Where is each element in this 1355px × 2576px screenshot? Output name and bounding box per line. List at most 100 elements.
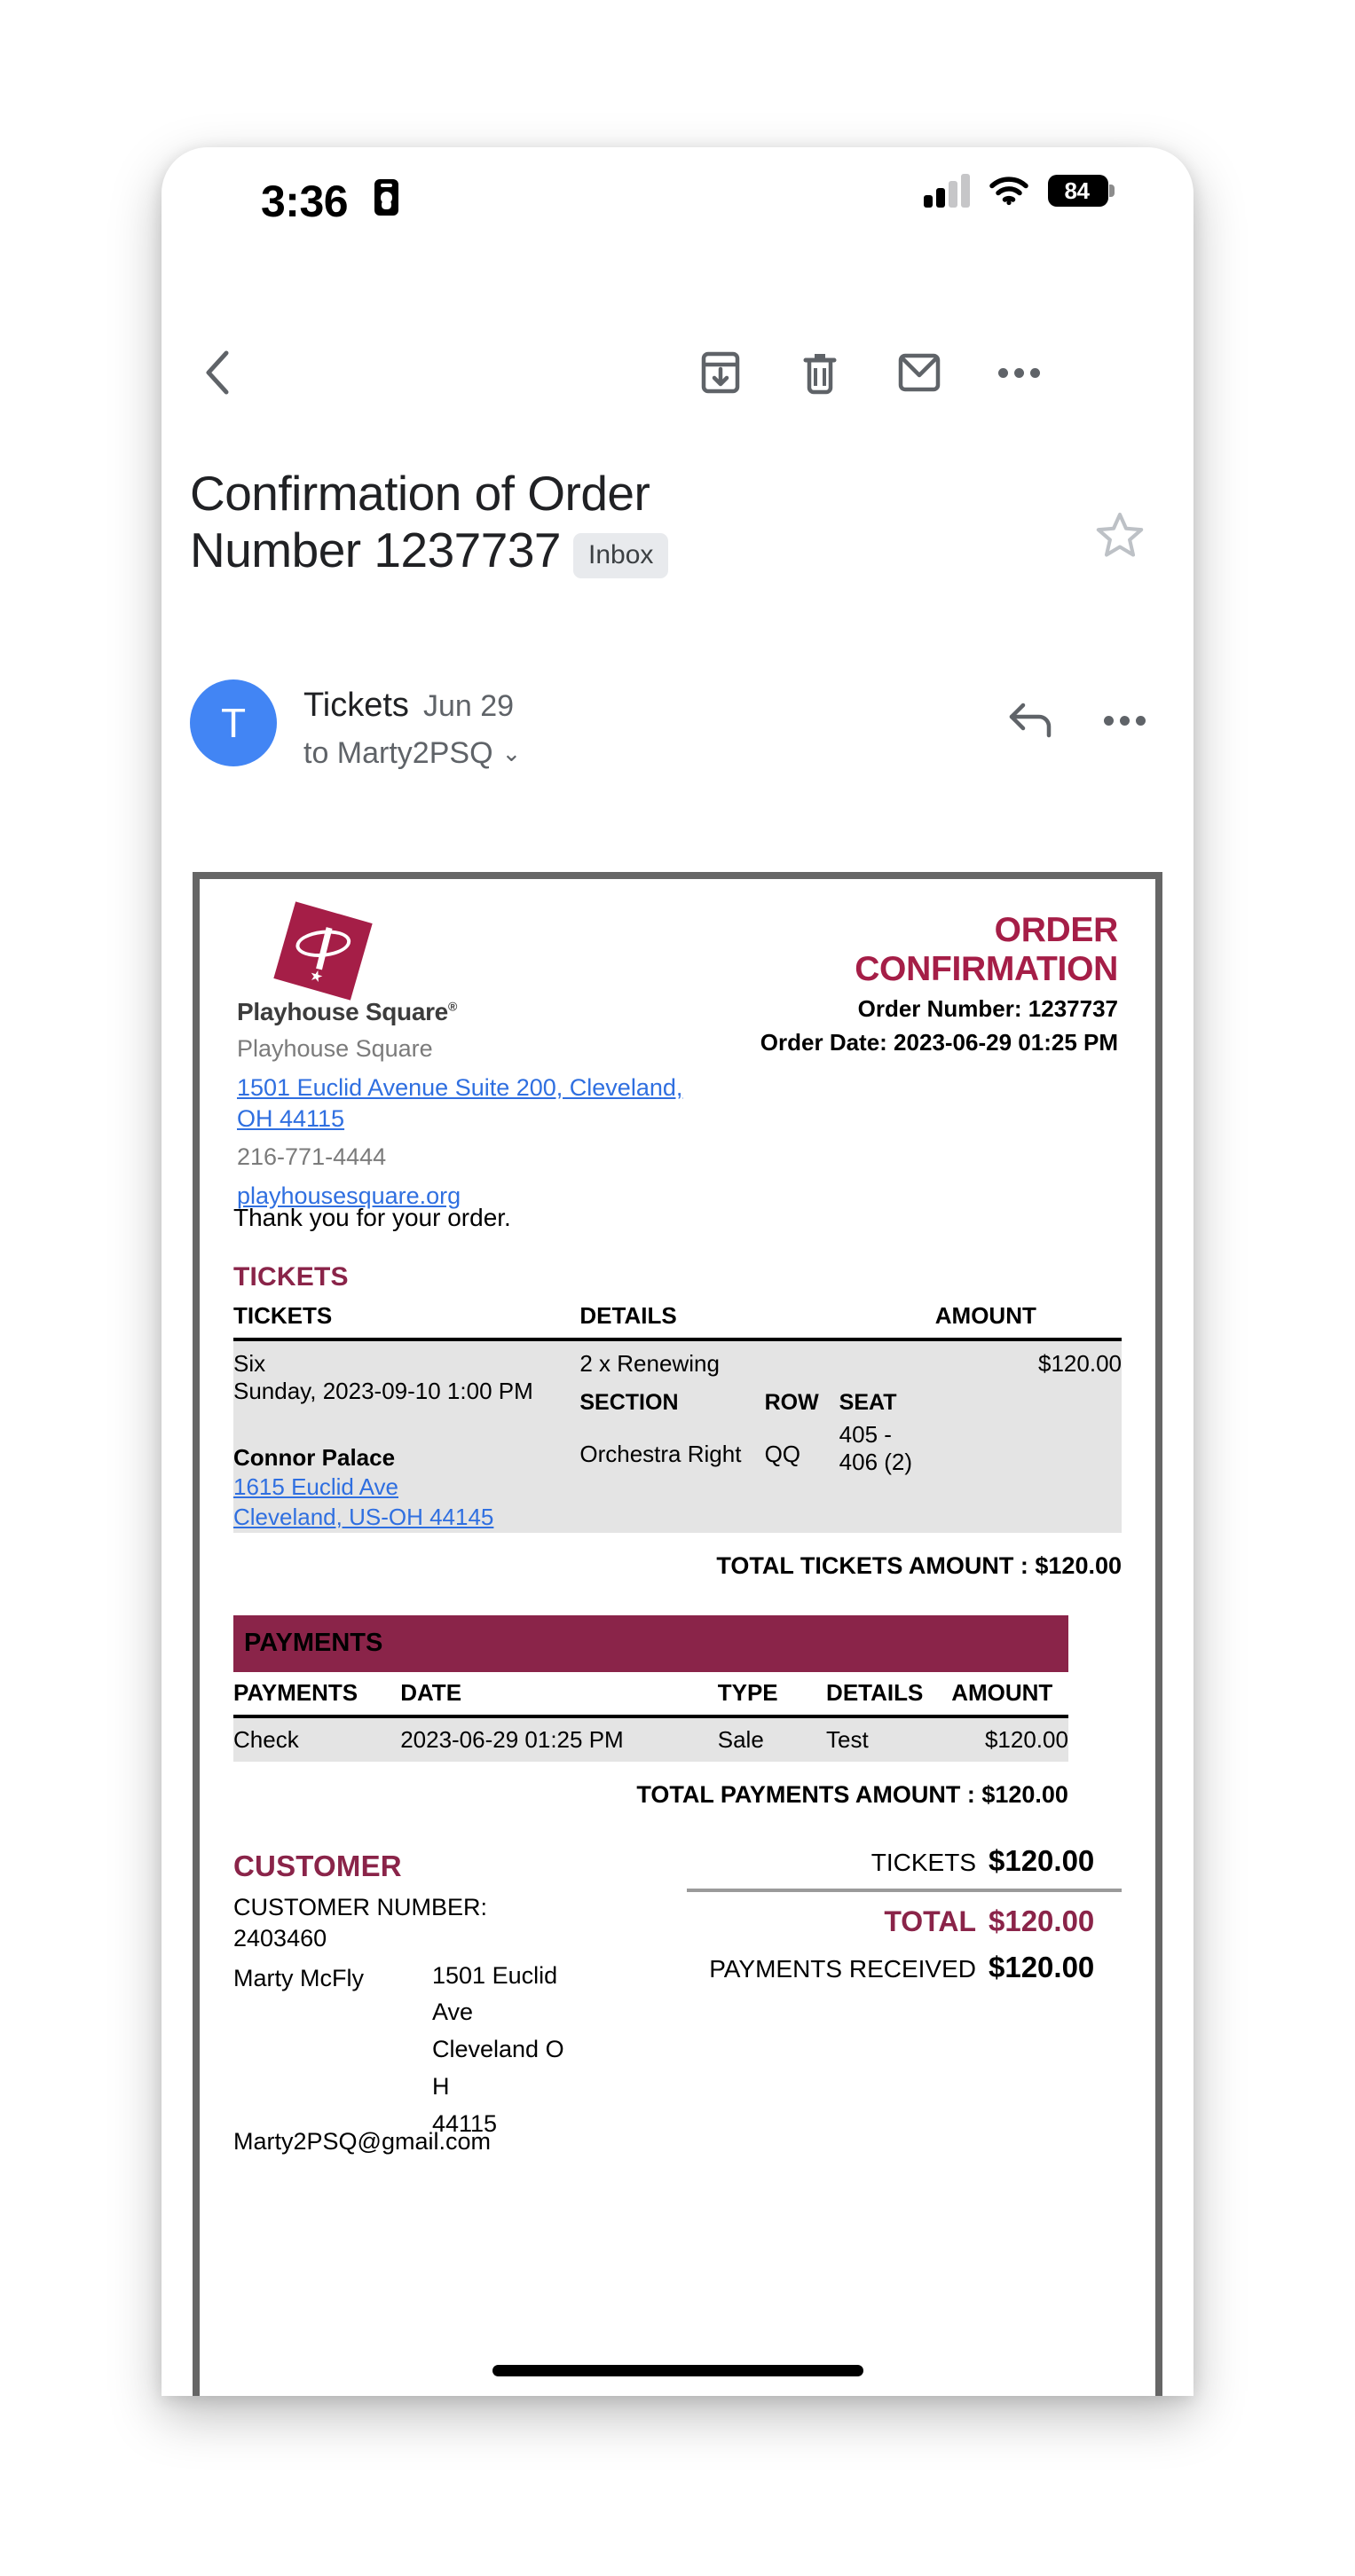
totals-total-value: $120.00: [989, 1904, 1095, 1937]
wifi-icon: [989, 177, 1028, 206]
reply-button[interactable]: [998, 688, 1062, 752]
payments-section-banner: PAYMENTS: [233, 1614, 1068, 1672]
logo-wordmark-text: Playhouse Square: [237, 998, 448, 1025]
col-amount: AMOUNT: [934, 1300, 1122, 1341]
email-toolbar: [161, 335, 1194, 433]
brand-block: ★ Playhouse Square® Playhouse Square 150…: [237, 901, 698, 1212]
col-details: DETAILS: [579, 1300, 935, 1341]
tickets-table-header-row: TICKETS DETAILS AMOUNT: [233, 1300, 1122, 1341]
seat-row-value: QQ: [764, 1421, 839, 1476]
payment-method: Check: [233, 1716, 401, 1762]
seat-detail-header-row: SECTION ROW SEAT: [579, 1390, 934, 1421]
more-options-icon: [997, 367, 1040, 378]
recipient-label: to Marty2PSQ: [303, 736, 493, 770]
payments-table-header-row: PAYMENTS DATE TYPE DETAILS AMOUNT: [233, 1677, 1068, 1718]
back-chevron-icon: [206, 350, 229, 395]
customer-number-label: CUSTOMER NUMBER:: [233, 1893, 488, 1920]
payment-type: Sale: [717, 1716, 827, 1762]
battery-level-label: 84: [1064, 177, 1090, 204]
subject-line-2: Number 1237737: [190, 522, 562, 578]
brand-name: Playhouse Square: [237, 1035, 433, 1062]
brand-website-link[interactable]: playhousesquare.org: [237, 1182, 461, 1209]
thread-more-options-button[interactable]: [1092, 688, 1156, 752]
mail-icon: [898, 353, 941, 392]
archive-button[interactable]: [683, 335, 758, 410]
chevron-down-icon: ⌄: [501, 740, 522, 766]
payment-amount: $120.00: [951, 1716, 1068, 1762]
seat-detail-table: SECTION ROW SEAT Orchestra Right QQ 405 …: [579, 1390, 935, 1476]
sender-row: T Tickets Jun 29 to Marty2PSQ ⌄: [161, 678, 1194, 811]
ticket-show-name: Six: [233, 1350, 266, 1377]
col-row: ROW: [764, 1390, 819, 1415]
payments-table: PAYMENTS DATE TYPE DETAILS AMOUNT Check …: [233, 1677, 1068, 1762]
battery-icon: 84: [1048, 175, 1115, 207]
ticket-quantity-type: 2 x Renewing: [579, 1350, 720, 1377]
archive-icon: [701, 351, 740, 394]
recipient-row[interactable]: to Marty2PSQ ⌄: [303, 736, 521, 771]
customer-email: Marty2PSQ@gmail.com: [233, 2127, 491, 2155]
mark-unread-button[interactable]: [882, 335, 957, 410]
sender-name[interactable]: Tickets: [303, 687, 409, 725]
receipt-header: ★ Playhouse Square® Playhouse Square 150…: [233, 901, 1122, 1209]
col-tickets: TICKETS: [233, 1300, 580, 1341]
seat-section-value: Orchestra Right: [579, 1421, 765, 1476]
col-seat: SEAT: [839, 1390, 897, 1415]
trash-icon: [803, 354, 837, 395]
more-options-icon: [1103, 715, 1146, 726]
tickets-section-heading: TICKETS: [233, 1262, 349, 1292]
avatar[interactable]: T: [190, 679, 277, 766]
customer-address-line-2: Ave: [432, 1999, 474, 2026]
ticket-details-cell: 2 x Renewing SECTION ROW SEAT Orchestra …: [579, 1339, 935, 1533]
col-type: TYPE: [717, 1677, 827, 1718]
id-badge-icon: [374, 179, 398, 216]
order-number: Order Number: 1237737: [857, 995, 1118, 1023]
order-date: Order Date: 2023-06-29 01:25 PM: [760, 1029, 1118, 1056]
seat-detail-row: Orchestra Right QQ 405 - 406 (2): [579, 1421, 935, 1476]
totals-tickets-row: TICKETS $120.00: [687, 1844, 1122, 1878]
order-totals: TICKETS $120.00 TOTAL $120.00 PAYMENTS R…: [687, 1844, 1122, 1990]
page-title: Confirmation of Order Number 1237737 Inbo…: [190, 465, 864, 579]
ticket-event-cell: Six Sunday, 2023-09-10 1:00 PM Connor Pa…: [233, 1339, 580, 1533]
registered-mark: ®: [447, 999, 457, 1014]
ticket-venue-name: Connor Palace: [233, 1444, 396, 1471]
totals-grand-row: TOTAL $120.00: [687, 1905, 1122, 1938]
delete-button[interactable]: [783, 335, 857, 410]
label-chip-inbox[interactable]: Inbox: [573, 533, 669, 579]
more-options-button[interactable]: [981, 335, 1056, 410]
confirm-title-line-2: CONFIRMATION: [855, 950, 1118, 989]
ticket-amount: $120.00: [934, 1339, 1122, 1533]
customer-address: 1501 Euclid Ave Cleveland O H 44115: [432, 1958, 583, 2143]
totals-total-label: TOTAL: [884, 1905, 976, 1937]
payment-details: Test: [826, 1716, 952, 1762]
seat-number-value: 405 - 406 (2): [839, 1421, 935, 1476]
seat-number-line-2: 406 (2): [839, 1449, 913, 1475]
star-icon[interactable]: [1094, 509, 1146, 561]
venue-address-line-1[interactable]: 1615 Euclid Ave: [233, 1472, 579, 1502]
table-row: Six Sunday, 2023-09-10 1:00 PM Connor Pa…: [233, 1339, 1122, 1533]
confirm-title-line-1: ORDER: [994, 911, 1119, 949]
payments-total: TOTAL PAYMENTS AMOUNT : $120.00: [636, 1780, 1068, 1808]
seat-number-line-1: 405 -: [839, 1421, 892, 1448]
totals-tickets-label: TICKETS: [871, 1848, 976, 1876]
venue-address-line-2[interactable]: Cleveland, US-OH 44145: [233, 1502, 579, 1532]
totals-payments-value: $120.00: [989, 1950, 1095, 1983]
table-row: Check 2023-06-29 01:25 PM Sale Test $120…: [233, 1716, 1068, 1762]
cellular-signal-icon: [924, 174, 970, 208]
col-details: DETAILS: [826, 1677, 952, 1718]
status-bar: 3:36 84: [161, 147, 1194, 255]
customer-section: CUSTOMER CUSTOMER NUMBER: 2403460 Marty …: [233, 1844, 1122, 2155]
status-bar-indicators: 84: [924, 174, 1115, 208]
order-confirmation-block: ORDER CONFIRMATION Order Number: 1237737…: [692, 911, 1119, 1056]
back-button[interactable]: [181, 335, 256, 410]
col-amount: AMOUNT: [951, 1677, 1068, 1718]
customer-address-line-4: H: [432, 2073, 450, 2101]
totals-divider: [687, 1888, 1122, 1892]
sender-date: Jun 29: [422, 689, 515, 723]
order-confirmation-title: ORDER CONFIRMATION: [692, 911, 1118, 989]
totals-payments-row: PAYMENTS RECEIVED $120.00: [687, 1951, 1122, 1984]
subject-line-1: Confirmation of Order: [190, 466, 650, 521]
phone-screen: 3:36 84 Confirmation of Order Number 123…: [161, 147, 1194, 2396]
tickets-total: TOTAL TICKETS AMOUNT : $120.00: [716, 1551, 1122, 1579]
home-indicator[interactable]: [492, 2365, 863, 2376]
brand-address-link[interactable]: 1501 Euclid Avenue Suite 200, Cleveland,…: [237, 1074, 682, 1132]
